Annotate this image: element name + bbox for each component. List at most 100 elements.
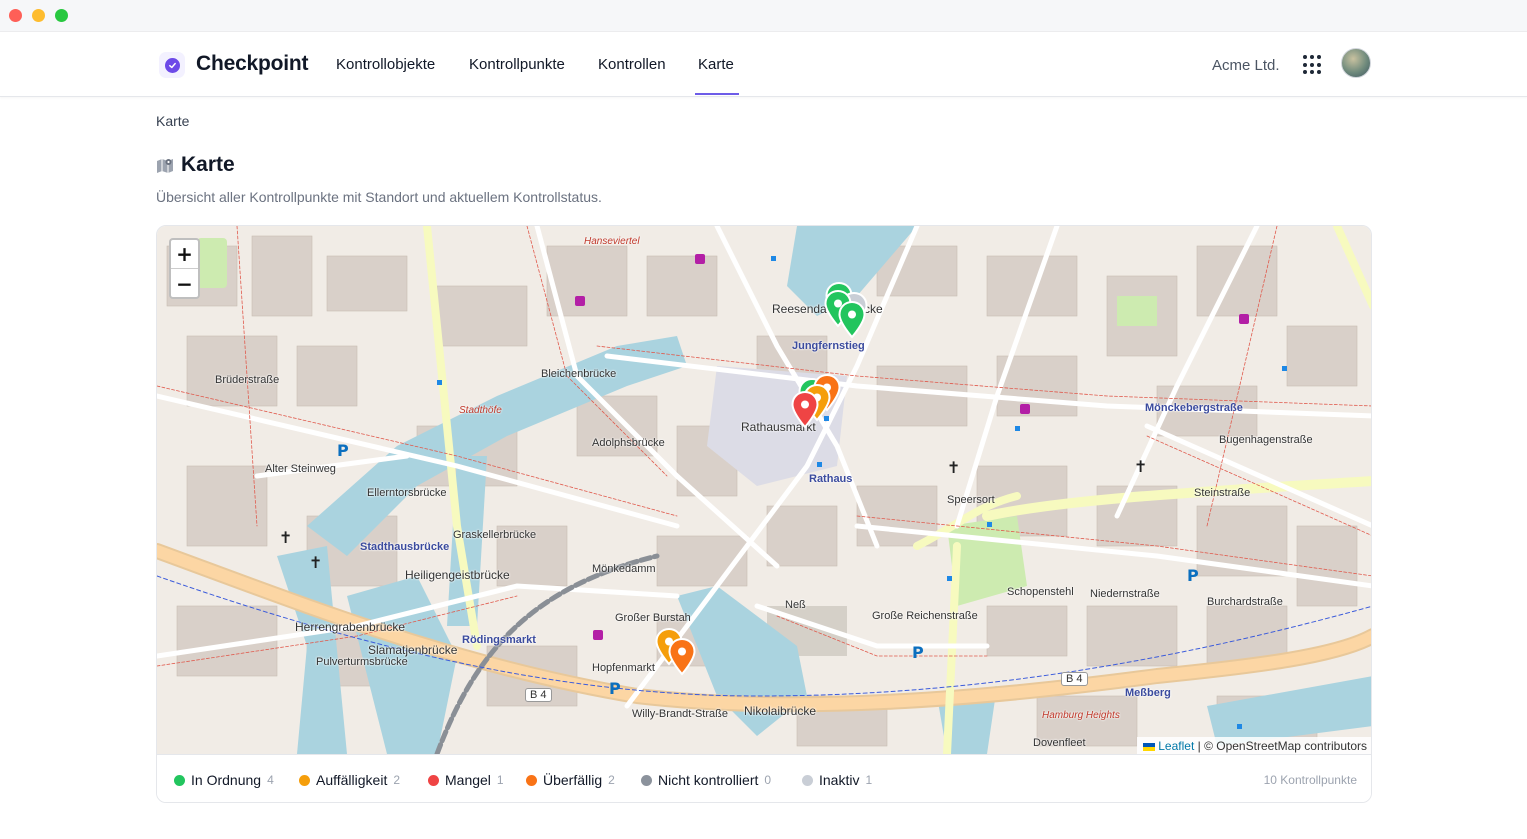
map-view[interactable]: P P P P ✝ ✝ ✝ ✝ Reesendammbrücke Jungfer… bbox=[157, 226, 1371, 754]
svg-text:P: P bbox=[912, 643, 924, 662]
status-dot-icon bbox=[299, 774, 310, 786]
svg-text:✝: ✝ bbox=[1134, 457, 1147, 476]
nav-kontrollen[interactable]: Kontrollen bbox=[598, 56, 666, 73]
map-label-ness: Neß bbox=[785, 599, 806, 611]
zoom-out-button[interactable]: − bbox=[171, 269, 198, 297]
map-label-hamburg-heights: Hamburg Heights bbox=[1042, 710, 1120, 721]
nav-kontrollpunkte[interactable]: Kontrollpunkte bbox=[469, 56, 565, 73]
map-label-moenckebergstrasse: Mönckebergstraße bbox=[1145, 402, 1243, 414]
legend-label: Auffälligkeit bbox=[316, 772, 388, 788]
svg-text:P: P bbox=[337, 441, 349, 460]
map-label-moenkedamm: Mönkedamm bbox=[592, 563, 656, 575]
legend-label: Inaktiv bbox=[819, 772, 860, 788]
osm-attribution: | © OpenStreetMap contributors bbox=[1197, 739, 1367, 753]
svg-text:✝: ✝ bbox=[309, 553, 322, 572]
legend-item-mangel: Mangel 1 bbox=[428, 772, 504, 788]
map-label-alter-steinweg: Alter Steinweg bbox=[265, 463, 336, 475]
map-marker-overdue[interactable] bbox=[668, 638, 696, 676]
map-label-adolphsbruecke: Adolphsbrücke bbox=[592, 437, 665, 449]
legend-count: 2 bbox=[608, 773, 615, 787]
company-name[interactable]: Acme Ltd. bbox=[1212, 57, 1280, 74]
legend-item-inaktiv: Inaktiv 1 bbox=[802, 772, 872, 788]
map-marker-ok[interactable] bbox=[838, 301, 866, 339]
map-label-hopfenmarkt: Hopfenmarkt bbox=[592, 662, 655, 674]
map-label-grosse-reichenstrasse: Große Reichenstraße bbox=[872, 610, 978, 622]
nav-kontrollobjekte[interactable]: Kontrollobjekte bbox=[336, 56, 435, 73]
map-label-dovenfleet: Dovenfleet bbox=[1033, 737, 1086, 749]
top-navigation: Checkpoint Kontrollobjekte Kontrollpunkt… bbox=[0, 32, 1527, 97]
map-label-herrengrabenbruecke: Herrengrabenbrücke bbox=[295, 620, 406, 634]
status-dot-icon bbox=[526, 774, 537, 786]
map-label-speersort: Speersort bbox=[947, 494, 995, 506]
map-label-b4-east: B 4 bbox=[1061, 672, 1088, 686]
legend-count: 0 bbox=[764, 773, 772, 787]
page-title: Karte bbox=[181, 153, 235, 176]
zoom-control: + − bbox=[169, 238, 200, 299]
map-label-roedingsmarkt: Rödingsmarkt bbox=[462, 634, 536, 646]
legend-count: 4 bbox=[267, 773, 274, 787]
legend-item-ueberfaellig: Überfällig 2 bbox=[526, 772, 615, 788]
status-dot-icon bbox=[174, 774, 185, 786]
map-label-hanseviertel: Hanseviertel bbox=[584, 236, 640, 247]
map-label-b4: B 4 bbox=[525, 688, 552, 702]
svg-text:P: P bbox=[1187, 566, 1199, 585]
map-label-bugenhagenstrasse: Bugenhagenstraße bbox=[1219, 434, 1313, 446]
map-label-schopenstehl: Schopenstehl bbox=[1007, 586, 1074, 598]
ukraine-flag-icon bbox=[1143, 742, 1156, 751]
map-label-willy-brandt-strasse: Willy-Brandt-Straße bbox=[632, 708, 728, 720]
map-label-stadthoefe: Stadthöfe bbox=[459, 405, 502, 416]
legend-item-nicht-kontrolliert: Nicht kontrolliert 0 bbox=[641, 772, 771, 788]
legend-label: Nicht kontrolliert bbox=[658, 772, 759, 788]
legend-count: 2 bbox=[393, 773, 401, 787]
svg-text:✝: ✝ bbox=[279, 528, 292, 547]
map-attribution: Leaflet | © OpenStreetMap contributors bbox=[1137, 737, 1371, 754]
map-card: P P P P ✝ ✝ ✝ ✝ Reesendammbrücke Jungfer… bbox=[156, 225, 1372, 803]
map-label-steinstrasse: Steinstraße bbox=[1194, 487, 1251, 499]
status-dot-icon bbox=[428, 774, 439, 786]
legend-label: Überfällig bbox=[543, 772, 603, 788]
map-label-bruederstrasse: Brüderstraße bbox=[215, 374, 280, 386]
map-label-ellerntorsbruecke: Ellerntorsbrücke bbox=[367, 487, 447, 499]
svg-text:✝: ✝ bbox=[947, 458, 960, 477]
leaflet-link[interactable]: Leaflet bbox=[1158, 739, 1194, 753]
legend-count: 1 bbox=[865, 773, 873, 787]
map-label-graskellerbruecke: Graskellerbrücke bbox=[453, 529, 537, 541]
map-label-heiligengeistbruecke: Heiligengeistbrücke bbox=[405, 568, 510, 582]
user-avatar[interactable] bbox=[1341, 48, 1371, 78]
map-label-grosser-burstah: Großer Burstah bbox=[615, 612, 691, 624]
map-label-rathaus: Rathaus bbox=[809, 473, 853, 485]
map-label-niedernstrasse: Niedernstraße bbox=[1090, 588, 1160, 600]
window-titlebar bbox=[0, 0, 1527, 32]
nav-karte[interactable]: Karte bbox=[698, 56, 734, 73]
status-dot-icon bbox=[641, 774, 652, 786]
legend-label: Mangel bbox=[445, 772, 491, 788]
map-label-pulverturmsbruecke: Pulverturmsbrücke bbox=[316, 656, 408, 668]
checkpoint-logo-icon[interactable] bbox=[159, 52, 185, 78]
map-icon bbox=[157, 159, 173, 173]
map-label-jungfernstieg: Jungfernstieg bbox=[792, 340, 865, 352]
close-window-button[interactable] bbox=[9, 9, 22, 22]
page-subtitle: Übersicht aller Kontrollpunkte mit Stand… bbox=[156, 189, 602, 205]
legend-item-auffaelligkeit: Auffälligkeit 2 bbox=[299, 772, 400, 788]
minimize-window-button[interactable] bbox=[32, 9, 45, 22]
svg-text:P: P bbox=[609, 679, 621, 698]
zoom-in-button[interactable]: + bbox=[171, 240, 198, 269]
map-label-burchardstrasse: Burchardstraße bbox=[1207, 596, 1283, 608]
status-dot-icon bbox=[802, 774, 813, 786]
legend-count: 1 bbox=[496, 773, 504, 787]
map-marker-defect[interactable] bbox=[791, 391, 819, 429]
map-label-stadthausbruecke: Stadthausbrücke bbox=[360, 541, 450, 553]
active-tab-indicator bbox=[695, 93, 739, 95]
map-label-messberg: Meßberg bbox=[1125, 687, 1171, 699]
breadcrumb[interactable]: Karte bbox=[156, 113, 189, 129]
brand-name[interactable]: Checkpoint bbox=[196, 52, 309, 76]
map-tiles: P P P P ✝ ✝ ✝ ✝ bbox=[157, 226, 1371, 754]
legend-item-in-ordnung: In Ordnung 4 bbox=[174, 772, 274, 788]
status-legend: In Ordnung 4 Auffälligkeit 2 Mangel 1 Üb… bbox=[157, 754, 1371, 802]
maximize-window-button[interactable] bbox=[55, 9, 68, 22]
app-grid-icon[interactable] bbox=[1303, 55, 1323, 75]
map-label-bleichenbruecke: Bleichenbrücke bbox=[541, 368, 617, 380]
map-label-nikolaibruecke: Nikolaibrücke bbox=[744, 704, 817, 718]
map-label-slamatjenbruecke: Slamatjenbrücke bbox=[368, 643, 458, 657]
legend-label: In Ordnung bbox=[191, 772, 262, 788]
